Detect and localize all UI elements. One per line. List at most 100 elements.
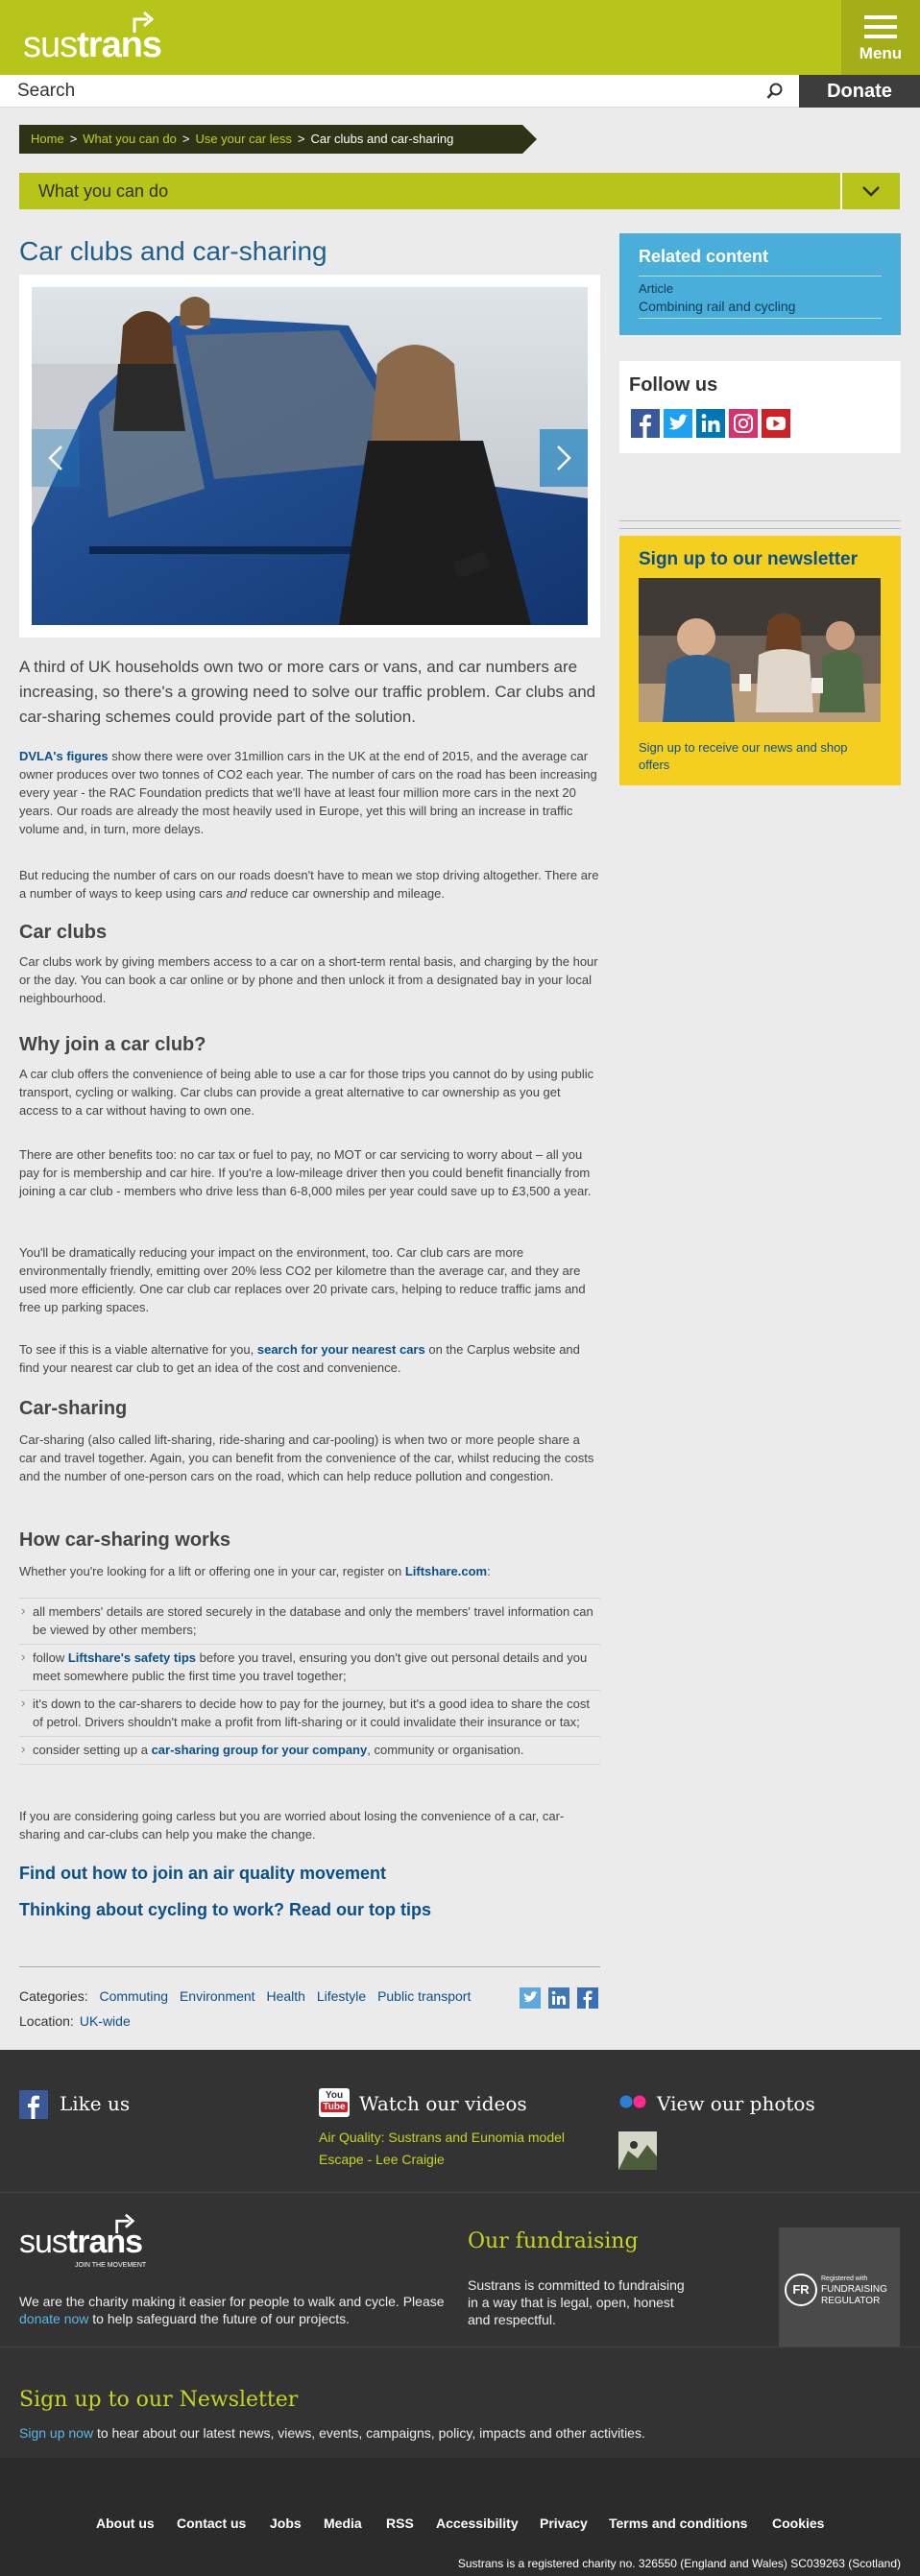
category-link[interactable]: Lifestyle [317,1988,366,2004]
video-link[interactable]: Escape - Lee Craigie [319,2149,445,2170]
car-club-photo [32,287,588,625]
flickr-photo-thumbnail[interactable] [618,2131,657,2170]
twitter-icon[interactable] [664,409,692,438]
paragraph: To see if this is a viable alternative f… [19,1342,580,1375]
list-item: consider setting up a car-sharing group … [19,1736,600,1765]
footer-newsletter-title: Sign up to our Newsletter [19,2388,299,2412]
heading-why-join: Why join a car club? [19,1034,206,1055]
search-icon[interactable] [766,83,784,100]
lead-paragraph: A third of UK households own two or more… [19,658,596,726]
fundraising-text: Sustrans is committed to fundraising in … [468,2277,685,2327]
instagram-icon[interactable] [729,409,758,438]
youtube-icon[interactable]: You Tube [319,2088,350,2117]
follow-us-box: Follow us [619,361,901,453]
location-link[interactable]: UK-wide [80,2013,131,2029]
list-item: follow Liftshare's safety tips before yo… [19,1644,600,1690]
sign-up-now-link[interactable]: Sign up now [19,2425,93,2441]
linkedin-icon[interactable] [548,1987,569,2009]
paragraph: A car club offers the convenience of bei… [19,1067,594,1118]
menu-button[interactable]: Menu [841,0,920,75]
car-sharing-group-link[interactable]: car-sharing group for your company [152,1743,368,1757]
heading-car-clubs: Car clubs [19,922,108,943]
search-bar: Donate [0,75,920,108]
newsletter-box[interactable]: Sign up to our newsletter Sign up to rec… [619,536,901,785]
car-sharing-list: all members' details are stored securely… [19,1598,600,1765]
footer-link-jobs[interactable]: Jobs [270,2516,302,2531]
breadcrumb-what-you-can-do[interactable]: What you can do [83,132,177,146]
location: Location: UK-wide [19,2013,131,2029]
footer-newsletter-text: Sign up now to hear about our latest new… [19,2425,645,2441]
related-link[interactable]: Combining rail and cycling [639,299,795,314]
paragraph: You'll be dramatically reducing your imp… [19,1245,586,1314]
search-input[interactable] [17,79,747,104]
liftshare-link[interactable]: Liftshare.com [405,1564,487,1578]
section-nav-dropdown[interactable]: What you can do [19,173,900,209]
charity-statement: We are the charity making it easier for … [19,2294,445,2326]
cycling-tips-link[interactable]: Thinking about cycling to work? Read our… [19,1900,600,1920]
paragraph: There are other benefits too: no car tax… [19,1147,592,1198]
footer-about: sustrans JOIN THE MOVEMENT We are the ch… [0,2192,920,2348]
view-photos-link[interactable]: View our photos [657,2092,815,2115]
image-carousel [19,275,600,638]
watch-videos-link[interactable]: Watch our videos [359,2092,527,2115]
menu-label: Menu [859,44,903,62]
footer-link-about-us[interactable]: About us [96,2516,155,2531]
page-title: Car clubs and car-sharing [19,236,327,266]
nearest-cars-link[interactable]: search for your nearest cars [257,1342,425,1357]
carousel-next-button[interactable] [540,429,588,487]
heading-car-sharing: Car-sharing [19,1398,128,1419]
paragraph: But reducing the number of cars on our r… [19,868,599,901]
footer-link-terms[interactable]: Terms and conditions [609,2516,747,2531]
category-link[interactable]: Public transport [377,1988,471,2004]
related-type: Article [639,281,674,296]
like-us-link[interactable]: Like us [60,2092,130,2115]
section-nav-label: What you can do [38,181,169,201]
footer-link-privacy[interactable]: Privacy [540,2516,588,2531]
paragraph: DVLA's figures show there were over 31mi… [19,749,597,836]
newsletter-caption: Sign up to receive our news and shop off… [639,740,848,772]
donate-button[interactable]: Donate [799,75,920,108]
carousel-prev-button[interactable] [32,429,80,487]
facebook-icon[interactable] [631,409,660,438]
category-link[interactable]: Environment [180,1988,255,2004]
newsletter-title: Sign up to our newsletter [639,549,859,569]
hamburger-icon [864,15,897,38]
list-item: all members' details are stored securely… [19,1598,600,1644]
chevron-left-icon [48,445,62,470]
upward-arrow-logo-icon [115,2213,135,2234]
footer-social: Like us You Tube Watch our videos Air Qu… [0,2050,920,2192]
facebook-icon[interactable] [19,2090,48,2119]
registered-charity-text: Sustrans is a registered charity no. 326… [457,2557,901,2570]
air-quality-link[interactable]: Find out how to join an air quality move… [19,1864,600,1884]
breadcrumb-use-your-car-less[interactable]: Use your car less [195,132,291,146]
linkedin-icon[interactable] [696,409,725,438]
categories: Categories: Commuting Environment Health… [19,1988,472,2004]
footer-link-contact-us[interactable]: Contact us [177,2516,246,2531]
paragraph: Car-sharing (also called lift-sharing, r… [19,1432,594,1483]
newsletter-photo [639,578,881,722]
video-link[interactable]: Air Quality: Sustrans and Eunomia model [319,2127,565,2148]
site-header: sustrans Menu [0,0,920,75]
youtube-icon[interactable] [762,409,790,438]
dvla-figures-link[interactable]: DVLA's figures [19,749,109,763]
breadcrumb-home[interactable]: Home [31,132,64,146]
fundraising-regulator-badge[interactable]: FR Registered with FUNDRAISING REGULATOR [779,2227,900,2348]
liftshare-safety-link[interactable]: Liftshare's safety tips [68,1650,196,1665]
donate-now-link[interactable]: donate now [19,2311,88,2326]
footer-link-cookies[interactable]: Cookies [772,2516,824,2531]
upward-arrow-logo-icon [133,11,155,33]
footer-link-media[interactable]: Media [324,2516,362,2531]
footer-link-rss[interactable]: RSS [386,2516,414,2531]
list-item: it's down to the car-sharers to decide h… [19,1690,600,1736]
footer-newsletter: Sign up to our Newsletter Sign up now to… [0,2347,920,2458]
twitter-icon[interactable] [520,1987,541,2009]
footer-link-accessibility[interactable]: Accessibility [436,2516,519,2531]
facebook-icon[interactable] [577,1987,598,2009]
paragraph: Whether you're looking for a lift or off… [19,1564,491,1578]
category-link[interactable]: Commuting [99,1988,168,2004]
fundraising-title: Our fundraising [468,2229,639,2253]
flickr-icon[interactable] [618,2092,647,2111]
sustrans-logo[interactable]: sustrans [23,11,162,66]
category-link[interactable]: Health [266,1988,304,2004]
footer-logo[interactable]: sustrans JOIN THE MOVEMENT [19,2213,146,2269]
